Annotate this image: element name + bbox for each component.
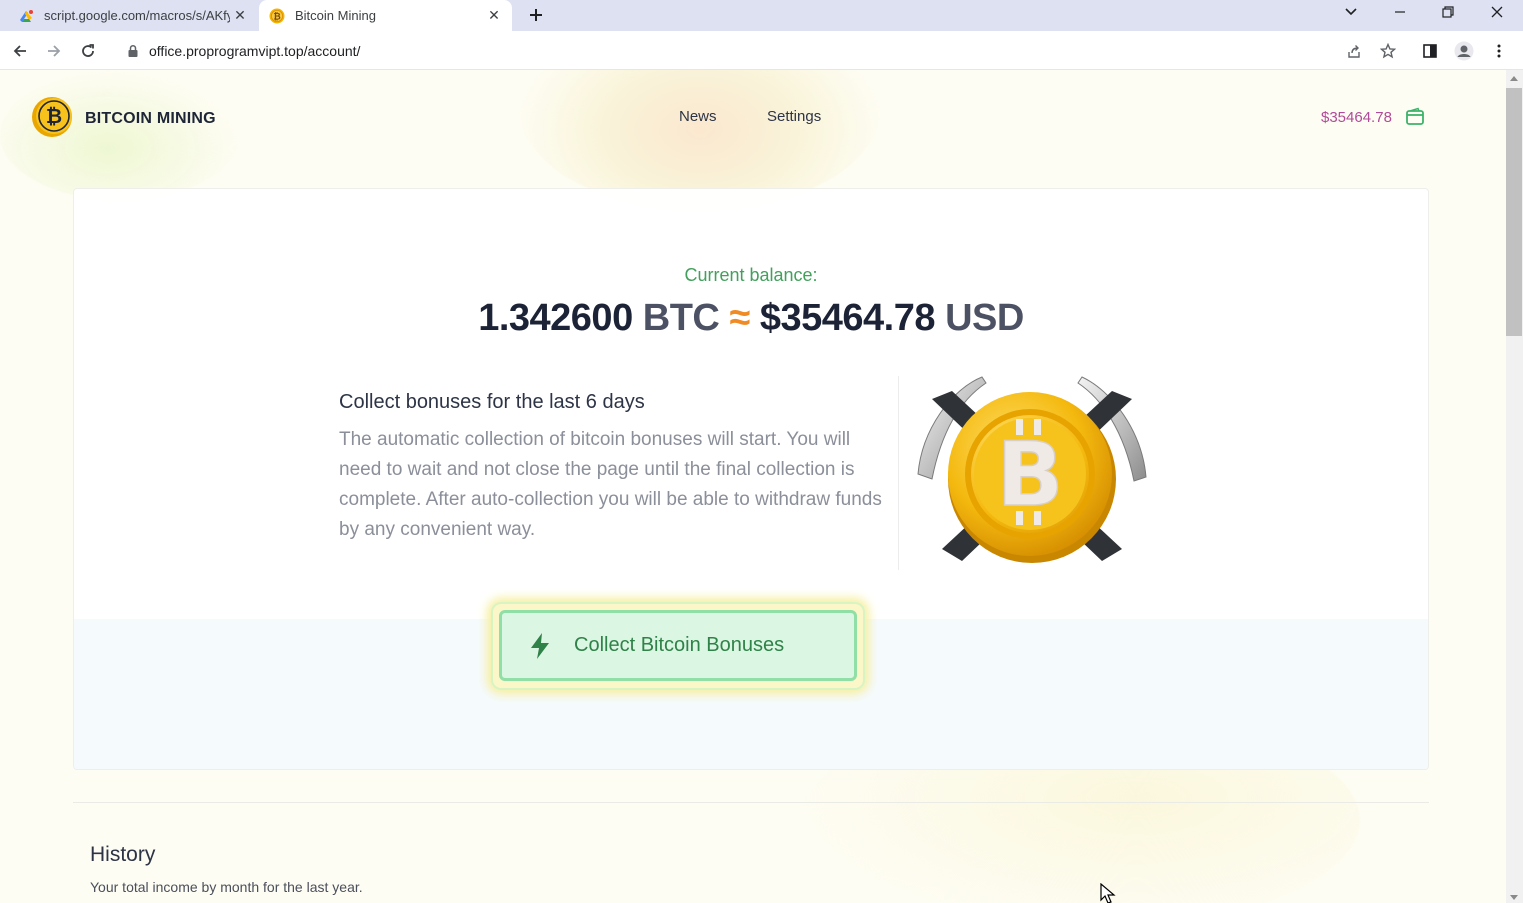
close-window-button[interactable] xyxy=(1473,0,1521,24)
lightning-bolt-icon xyxy=(531,632,549,659)
address-bar[interactable]: office.proprogramvipt.top/account/ xyxy=(118,35,1328,66)
bookmark-button[interactable] xyxy=(1375,38,1401,64)
page-scrollbar[interactable] xyxy=(1506,70,1523,903)
current-balance-label: Current balance: xyxy=(684,265,818,285)
star-icon xyxy=(1380,43,1396,59)
forward-button[interactable] xyxy=(41,38,67,64)
browser-menu-button[interactable] xyxy=(1486,38,1512,64)
bitcoin-logo-icon: ₿ xyxy=(32,97,72,137)
minimize-button[interactable] xyxy=(1376,0,1424,24)
share-button[interactable] xyxy=(1341,38,1367,64)
share-icon xyxy=(1348,45,1360,58)
url-text: office.proprogramvipt.top/account/ xyxy=(149,42,361,59)
kebab-menu-icon xyxy=(1497,44,1501,58)
nav-settings-link[interactable]: Settings xyxy=(767,108,821,125)
scroll-up-arrow-icon[interactable] xyxy=(1510,76,1518,81)
chevron-down-icon xyxy=(1345,8,1357,16)
history-title: History xyxy=(90,843,156,866)
arrow-left-icon xyxy=(13,45,26,57)
header-balance-amount: $35464.78 xyxy=(1321,108,1392,126)
bonus-title: Collect bonuses for the last 6 days xyxy=(339,391,645,413)
minimize-icon xyxy=(1395,11,1405,13)
bitcoin-pickaxe-icon: B xyxy=(917,376,1147,563)
usd-amount: $35464.78 xyxy=(759,297,936,339)
google-script-icon xyxy=(20,9,33,22)
approx-sign: ≈ xyxy=(729,297,750,339)
bitcoin-icon: ₿ xyxy=(269,8,285,23)
svg-text:₿: ₿ xyxy=(46,104,62,128)
btc-amount: 1.342600 xyxy=(478,297,633,339)
browser-toolbar: office.proprogramvipt.top/account/ xyxy=(0,31,1523,70)
bonus-description: The automatic collection of bitcoin bonu… xyxy=(339,429,882,540)
collect-bitcoin-bonuses-button[interactable]: Collect Bitcoin Bonuses xyxy=(499,610,857,681)
tab-search-button[interactable] xyxy=(1327,0,1375,24)
section-separator xyxy=(73,802,1429,803)
restore-icon xyxy=(1442,6,1454,18)
usd-unit: USD xyxy=(945,297,1024,339)
scrollbar-thumb[interactable] xyxy=(1506,88,1522,336)
tab-title: script.google.com/macros/s/AKfy xyxy=(44,8,230,23)
profile-button[interactable] xyxy=(1451,38,1477,64)
page-viewport: ₿ BITCOIN MINING News Settings $35464.78… xyxy=(0,70,1506,903)
section-divider xyxy=(898,376,899,570)
tab-script-google[interactable]: script.google.com/macros/s/AKfy ✕ xyxy=(8,0,258,31)
btc-unit: BTC xyxy=(642,297,720,339)
side-panel-icon xyxy=(1423,44,1437,58)
close-tab-icon[interactable]: ✕ xyxy=(484,6,504,26)
history-subtitle: Your total income by month for the last … xyxy=(90,879,363,895)
mouse-cursor-icon xyxy=(1100,883,1116,903)
scroll-down-arrow-icon[interactable] xyxy=(1510,895,1518,900)
reload-icon xyxy=(82,44,94,57)
new-tab-button[interactable] xyxy=(524,3,548,27)
browser-tab-strip: script.google.com/macros/s/AKfy ✕ ₿ Bitc… xyxy=(0,0,1523,31)
nav-news-link[interactable]: News xyxy=(679,108,717,125)
header-balance[interactable]: $35464.78 xyxy=(1310,100,1440,134)
wallet-icon xyxy=(1406,107,1424,125)
svg-text:₿: ₿ xyxy=(273,11,280,22)
arrow-right-icon xyxy=(48,45,61,57)
lock-icon xyxy=(128,44,138,57)
plus-icon xyxy=(530,9,542,21)
tab-bitcoin-mining[interactable]: ₿ Bitcoin Mining ✕ xyxy=(259,0,512,31)
svg-text:B: B xyxy=(996,423,1063,526)
reload-button[interactable] xyxy=(75,38,101,64)
collect-button-label: Collect Bitcoin Bonuses xyxy=(574,634,785,656)
close-icon xyxy=(1491,6,1503,18)
back-button[interactable] xyxy=(7,38,33,64)
tab-title: Bitcoin Mining xyxy=(295,8,376,23)
close-tab-icon[interactable]: ✕ xyxy=(230,6,250,26)
restore-button[interactable] xyxy=(1424,0,1472,24)
site-name[interactable]: BITCOIN MINING xyxy=(85,110,216,128)
current-balance-value: 1.342600 BTC ≈ $35464.78 USD xyxy=(74,297,1428,340)
profile-avatar-icon xyxy=(1454,41,1474,61)
side-panel-button[interactable] xyxy=(1417,38,1443,64)
